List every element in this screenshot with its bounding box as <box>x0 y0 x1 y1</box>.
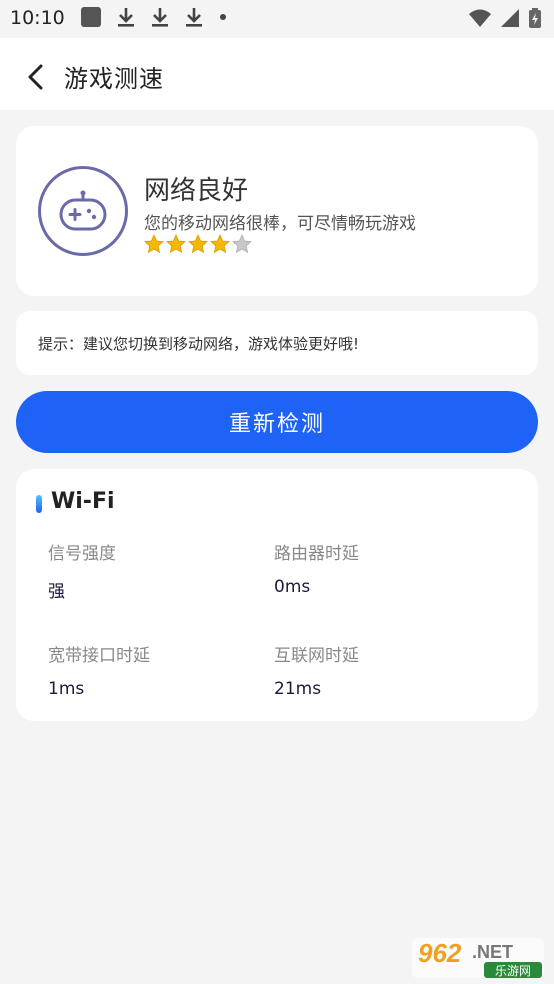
star-empty-icon <box>232 234 252 254</box>
metric-value: 强 <box>48 582 65 602</box>
status-bar: 10:10 <box>0 0 554 38</box>
metric-label: 互联网时延 <box>274 646 359 666</box>
system-icons <box>468 7 542 29</box>
more-notifications-dot-icon <box>220 14 226 20</box>
metric-router-latency: 路由器时延 0ms <box>274 539 359 597</box>
notification-square-icon <box>81 7 101 27</box>
metric-broadband-latency: 宽带接口时延 1ms <box>48 641 150 699</box>
notification-icons <box>80 6 228 28</box>
wifi-section-title: Wi-Fi <box>51 489 115 514</box>
download-icon <box>152 8 168 27</box>
star-filled-icon <box>210 234 230 254</box>
star-filled-icon <box>166 234 186 254</box>
status-time: 10:10 <box>10 7 65 29</box>
metric-label: 宽带接口时延 <box>48 646 150 666</box>
wifi-details-card: Wi-Fi 信号强度 强 路由器时延 0ms 宽带接口时延 1ms 互联网时延 … <box>16 469 538 721</box>
network-status-description: 您的移动网络很棒，可尽情畅玩游戏 <box>144 214 416 234</box>
site-watermark-logo: 962 .NET 乐游网 <box>412 938 544 978</box>
metric-label: 信号强度 <box>48 544 116 564</box>
star-filled-icon <box>188 234 208 254</box>
watermark-number: 962 <box>418 938 462 968</box>
battery-charging-icon <box>529 8 541 28</box>
tip-card: 提示：建议您切换到移动网络，游戏体验更好哦! <box>16 311 538 375</box>
back-arrow-icon <box>28 64 43 90</box>
download-icon <box>186 8 202 27</box>
back-button[interactable] <box>18 60 52 94</box>
metric-value: 21ms <box>274 679 322 699</box>
star-filled-icon <box>144 234 164 254</box>
cell-signal-icon <box>501 9 519 27</box>
tip-text: 提示：建议您切换到移动网络，游戏体验更好哦! <box>38 335 360 353</box>
download-icon <box>118 8 134 27</box>
metric-signal-strength: 信号强度 强 <box>48 539 116 602</box>
metric-internet-latency: 互联网时延 21ms <box>274 641 359 699</box>
network-status-card: 网络良好 您的移动网络很棒，可尽情畅玩游戏 <box>16 126 538 296</box>
gamepad-icon <box>38 166 128 256</box>
wifi-signal-icon <box>469 9 491 27</box>
retest-button[interactable]: 重新检测 <box>16 391 538 453</box>
page-title: 游戏测速 <box>64 65 164 93</box>
network-status-title: 网络良好 <box>144 176 249 206</box>
watermark-sub: 乐游网 <box>495 964 531 978</box>
app-bar: 游戏测速 <box>0 38 554 110</box>
metric-value: 0ms <box>274 577 311 597</box>
metric-value: 1ms <box>48 679 85 699</box>
section-accent-bar <box>36 495 42 513</box>
metric-label: 路由器时延 <box>274 544 359 564</box>
watermark-net: .NET <box>472 942 513 962</box>
rating-stars <box>144 234 252 254</box>
